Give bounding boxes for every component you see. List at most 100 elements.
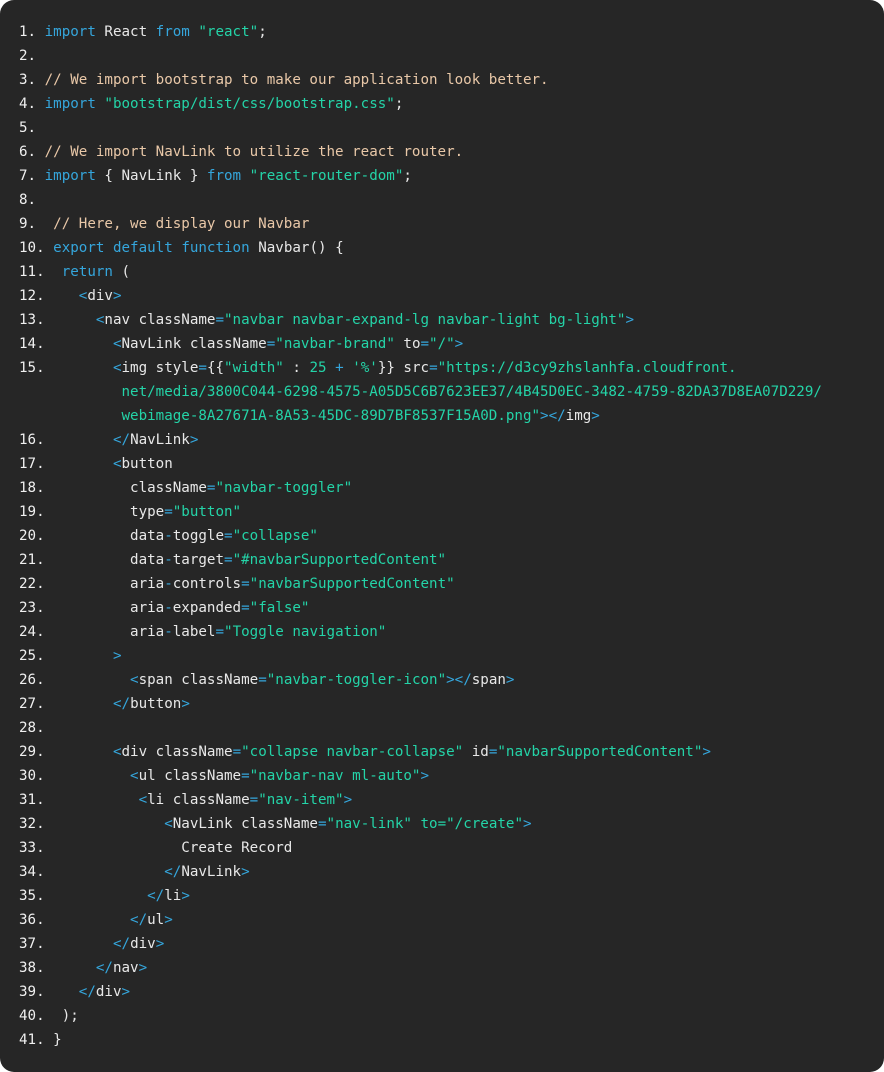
line-number: 19. [19,504,131,520]
code-tag-bracket: </ [112,696,131,712]
code-keyword: from [155,24,190,40]
code-string: to="/create" [420,816,524,832]
code-tag-bracket: > [181,888,190,904]
code-tag-bracket: > [112,288,122,304]
code-text: : [283,360,310,376]
code-operator: = [266,336,276,352]
code-string: "width" [224,360,284,376]
line-number: 32. [19,816,165,832]
code-line: 10. export default function Navbar() { [19,236,884,260]
line-number: 18. [19,480,131,496]
code-operator: = [249,792,259,808]
line-number: 14. [19,336,113,352]
line-number: 5. [19,120,45,136]
code-tag-bracket: > [343,792,353,808]
code-tag-bracket: > [155,936,165,952]
code-tag-bracket: > [702,744,711,760]
code-line: 36. </ul> [19,908,884,932]
code-operator: + [335,360,344,376]
code-line: 22. aria-controls="navbarSupportedConten… [19,572,884,596]
line-number: 25. [19,648,113,664]
code-string: "navbarSupportedContent" [249,576,455,592]
code-line: 33. Create Record [19,836,884,860]
line-number: 35. [19,888,148,904]
code-text: img style [121,360,199,376]
code-tag-bracket: < [130,768,139,784]
code-line: 39. </div> [19,980,884,1004]
line-number: 37. [19,936,113,952]
code-text: ul [147,912,165,928]
code-text: data [130,552,165,568]
code-text: label [172,624,216,640]
code-text: }} src [377,360,430,376]
code-tag-bracket: </ [147,888,165,904]
code-line: 6. // We import NavLink to utilize the r… [19,140,884,164]
code-operator: - [164,600,173,616]
code-keyword: return [61,264,113,280]
code-keyword: import [44,168,96,184]
line-number: 17. [19,456,113,472]
code-line: 28. [19,716,884,740]
code-line: net/media/3800C044-6298-4575-A05D5C6B762… [19,380,884,404]
code-text: li className [147,792,250,808]
code-string: "bootstrap/dist/css/bootstrap.css" [104,96,395,112]
line-number: 12. [19,288,79,304]
code-tag-bracket: > [625,312,635,328]
code-operator: = [258,672,267,688]
line-number: 15. [19,360,113,376]
line-number: 33. [19,840,182,856]
code-operator: = [232,744,242,760]
code-tag-bracket: > [121,984,131,1000]
line-number: 22. [19,576,131,592]
line-number: 3. [19,72,45,88]
code-keyword: function [181,240,250,256]
line-number: 26. [19,672,131,688]
code-text: ; [394,96,404,112]
code-tag-bracket: > [164,912,173,928]
line-number: 40. [19,1008,62,1024]
line-number: 29. [19,744,113,760]
code-text: img [565,408,592,424]
code-operator: = [224,552,233,568]
code-text: button [130,696,182,712]
code-string: webimage-8A27671A-8A53-45DC-89D7BF8537F1… [121,408,541,424]
line-number: 10. [19,240,54,256]
code-text: span className [138,672,259,688]
code-line: 41. } [19,1028,884,1052]
code-line: 15. <img style={{"width" : 25 + '%'}} sr… [19,356,884,380]
code-line: 4. import "bootstrap/dist/css/bootstrap.… [19,92,884,116]
code-line: 21. data-target="#navbarSupportedContent… [19,548,884,572]
code-text: controls [172,576,242,592]
line-number: 39. [19,984,79,1000]
line-number: 36. [19,912,131,928]
code-text: {{ [206,360,225,376]
code-operator: = [317,816,327,832]
code-text: ; [403,168,412,184]
code-tag-bracket: < [138,792,148,808]
code-line: 18. className="navbar-toggler" [19,476,884,500]
code-line: 13. <nav className="navbar navbar-expand… [19,308,884,332]
code-tag-bracket: </ [78,984,96,1000]
code-tag-bracket: > [523,816,532,832]
code-operator: = [215,624,225,640]
code-line: webimage-8A27671A-8A53-45DC-89D7BF8537F1… [19,404,884,428]
line-number: 23. [19,600,131,616]
code-string: "collapse" [232,528,318,544]
code-line: 40. ); [19,1004,884,1028]
line-number: 16. [19,432,113,448]
code-line: 12. <div> [19,284,884,308]
code-text: button [121,456,173,472]
line-number: 21. [19,552,131,568]
code-line: 27. </button> [19,692,884,716]
code-tag-bracket: > [138,960,148,976]
code-comment: // Here, we display our Navbar [53,216,310,232]
code-text: data [130,528,165,544]
code-text: li [164,888,182,904]
line-number: 28. [19,720,45,736]
code-tag-bracket: > [112,648,122,664]
code-operator: = [241,768,250,784]
code-tag-bracket: > [181,696,190,712]
code-line: 37. </div> [19,932,884,956]
